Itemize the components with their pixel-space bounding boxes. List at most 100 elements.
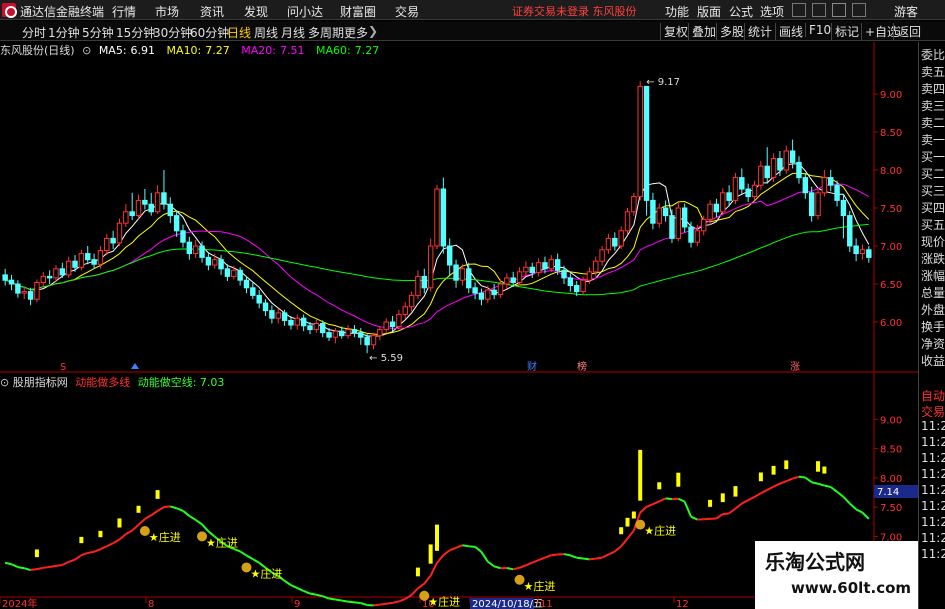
candle-body [421,275,428,289]
candle-body [472,287,478,294]
candle-body [808,192,815,217]
momentum-segment [118,533,127,541]
momentum-segment [36,566,44,571]
candle-body [707,203,713,220]
candle-body [859,249,866,255]
momentum-segment [487,560,495,568]
candle-body [345,329,351,337]
candle-body [713,203,720,213]
watermark-url: www.60lt.com [791,579,912,597]
candle-body [288,319,294,326]
signal-bar [676,472,681,487]
quote-field-label: 卖四 [921,82,945,96]
candle-body [415,275,421,296]
momentum-segment [11,563,19,568]
momentum-segment [722,512,730,516]
candle-body [256,294,262,304]
momentum-segment [468,545,476,548]
momentum-segment [436,554,445,564]
candle-body [97,250,104,265]
momentum-segment [792,475,800,480]
candle-body [631,196,637,213]
candle-body [573,285,580,293]
candle-body [161,192,167,205]
candle-body [427,245,434,289]
candle-body [764,165,770,179]
time-tick-label: 11 [540,599,553,609]
watermark-title: 乐淘公式网 [765,550,865,574]
signal-bar [816,461,821,472]
momentum-segment [43,565,50,569]
signal-bar [136,505,141,513]
quote-field-label: 收益 [921,354,945,368]
quote-field-label: 卖一 [921,133,945,147]
momentum-segment [55,563,63,567]
candle-body [459,268,466,281]
quote-field-label: 买一 [921,150,945,164]
momentum-segment [106,542,114,548]
momentum-segment [690,515,698,521]
main-tick-label: 7.50 [880,204,902,215]
candle-body [751,184,758,198]
sub-tick-label: 7.50 [880,503,902,514]
candle-body [516,271,523,283]
candle-body [542,262,548,270]
momentum-segment [614,545,622,553]
trade-tick-label: 自动 [921,389,945,403]
candle-body [65,260,72,276]
candle-body [383,321,389,331]
entry-signal-label: ★庄进 [206,535,238,549]
candle-body [148,203,154,213]
signal-bar [631,511,636,519]
signal-bar [638,449,643,501]
momentum-segment [398,598,406,603]
candle-body [853,245,859,255]
momentum-segment [582,557,590,561]
momentum-segment [608,550,616,556]
momentum-segment [239,550,248,557]
momentum-segment [817,482,825,487]
quote-field-label: 现价 [921,235,945,249]
candle-body [643,85,650,201]
candle-body [364,336,370,346]
momentum-segment [544,554,552,559]
candle-body [116,222,123,244]
candle-body [351,329,358,334]
signal-bar [619,527,624,535]
signal-bar [79,536,84,544]
main-tick-label: 6.50 [880,280,902,291]
candle-body [173,215,180,232]
candle-body [694,230,701,243]
entry-signal-label: ★庄进 [524,579,556,593]
candle-body [523,266,529,273]
candle-body [605,237,612,251]
momentum-segment [316,593,323,598]
momentum-segment [836,490,845,498]
candle-body [389,321,396,328]
candle-body [593,260,599,273]
candle-body [212,259,218,266]
trade-tick-label: 11:20 [921,467,945,481]
momentum-segment [137,518,146,526]
candle-body [72,260,78,268]
candle-body [85,253,91,261]
candle-body [104,237,110,252]
momentum-segment [112,538,120,545]
chart-canvas[interactable]: 9.00 8.50 8.00 7.50 7.00 6.50 6.00 9.00 8.50 8.00… [0,0,918,609]
trade-tick-label: 交易 [921,405,945,419]
candle-body [167,203,174,217]
momentum-segment [170,505,177,510]
signal-bar [625,517,630,527]
candle-body [637,85,643,198]
candle-body [770,158,777,179]
momentum-segment [30,568,38,572]
momentum-segment [715,513,724,520]
quote-field-label: 卖五 [921,65,945,79]
candle-body [789,150,796,163]
time-tick-label: 2024年 [2,597,37,609]
quote-field-label: 卖三 [921,99,945,113]
momentum-segment [379,602,387,606]
momentum-segment [442,549,451,556]
event-marker: S [60,362,66,373]
momentum-segment [144,514,152,520]
